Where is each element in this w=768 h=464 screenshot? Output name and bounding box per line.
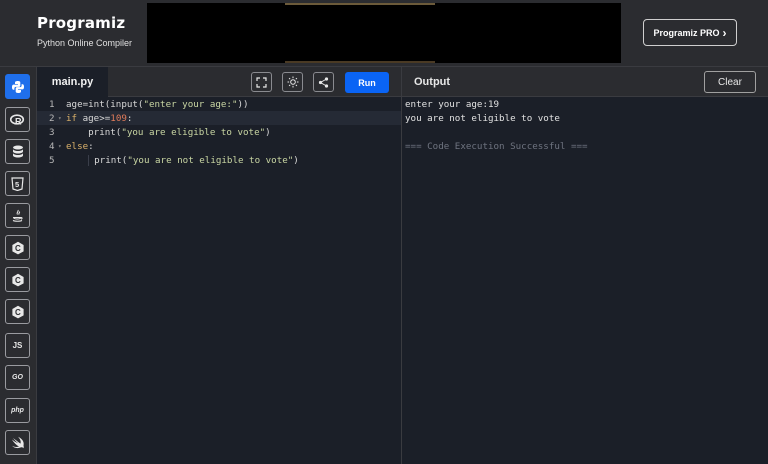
language-sidebar: R 5 C C C JS GO php: [0, 67, 37, 464]
brand: Programiz Python Online Compiler: [37, 14, 132, 48]
ad-decoration: [285, 3, 435, 5]
c-icon[interactable]: C: [5, 235, 30, 260]
code-line[interactable]: 5 print("you are not eligible to vote"): [37, 153, 401, 167]
svg-text:C: C: [15, 276, 21, 285]
editor-toolbar: main.py Run: [37, 67, 401, 97]
programiz-pro-button[interactable]: Programiz PRO ›: [643, 19, 737, 46]
top-bar: Programiz Python Online Compiler Program…: [0, 0, 768, 67]
line-number: 2: [49, 112, 55, 124]
fold-arrow-icon[interactable]: ▾: [58, 115, 62, 122]
code-text: print("you are not eligible to vote"): [66, 154, 299, 166]
svg-text:5: 5: [15, 180, 19, 189]
r-icon[interactable]: R: [5, 107, 30, 132]
php-icon[interactable]: php: [5, 398, 30, 423]
svg-text:R: R: [15, 116, 22, 126]
php-label: php: [11, 407, 24, 414]
go-label: GO: [12, 374, 23, 381]
fold-arrow-icon[interactable]: ▾: [58, 143, 62, 150]
page-subtitle: Python Online Compiler: [37, 38, 133, 48]
line-number: 3: [49, 126, 55, 138]
output-line: enter your age:19: [405, 99, 500, 110]
code-text: age=int(input("enter your age:")): [66, 98, 249, 110]
output-console[interactable]: enter your age:19 you are not eligible t…: [402, 97, 768, 464]
code-line[interactable]: 2 ▾ if age>=109:: [37, 111, 401, 125]
tab-main-py[interactable]: main.py: [37, 67, 108, 97]
svg-text:C: C: [15, 244, 21, 253]
line-number: 1: [49, 98, 55, 110]
ad-banner[interactable]: [147, 3, 621, 63]
code-line[interactable]: 1 age=int(input("enter your age:")): [37, 97, 401, 111]
ad-decoration: [285, 61, 435, 63]
share-icon[interactable]: [313, 72, 334, 92]
pro-button-label: Programiz PRO: [653, 27, 720, 38]
code-text: else:: [66, 140, 94, 152]
line-number: 5: [49, 154, 55, 166]
theme-toggle-icon[interactable]: [282, 72, 303, 92]
code-text: print("you are eligible to vote"): [66, 126, 271, 138]
line-number: 4: [49, 140, 55, 152]
java-icon[interactable]: [5, 203, 30, 228]
javascript-icon[interactable]: JS: [5, 333, 30, 358]
cpp-icon[interactable]: C: [5, 267, 30, 292]
go-icon[interactable]: GO: [5, 365, 30, 390]
code-text: if age>=109:: [66, 112, 133, 124]
run-button[interactable]: Run: [345, 72, 389, 93]
database-icon[interactable]: [5, 139, 30, 164]
output-title: Output: [414, 76, 451, 88]
code-line[interactable]: 4 ▾ else:: [37, 139, 401, 153]
fullscreen-icon[interactable]: [251, 72, 272, 92]
chevron-right-icon: ›: [722, 25, 727, 40]
svg-text:C: C: [15, 308, 21, 317]
python-icon[interactable]: [5, 74, 30, 99]
output-line: you are not eligible to vote: [405, 113, 560, 124]
swift-icon[interactable]: [5, 430, 30, 455]
clear-button[interactable]: Clear: [704, 71, 756, 93]
code-line[interactable]: 3 print("you are eligible to vote"): [37, 125, 401, 139]
csharp-icon[interactable]: C: [5, 299, 30, 324]
javascript-label: JS: [12, 341, 23, 350]
indent-guide: [88, 154, 90, 166]
execution-status: === Code Execution Successful ===: [405, 141, 588, 152]
code-editor[interactable]: 1 age=int(input("enter your age:")) 2 ▾ …: [37, 97, 401, 464]
html5-icon[interactable]: 5: [5, 171, 30, 196]
output-toolbar: Output Clear: [402, 67, 768, 97]
programiz-logo[interactable]: Programiz: [37, 14, 132, 32]
